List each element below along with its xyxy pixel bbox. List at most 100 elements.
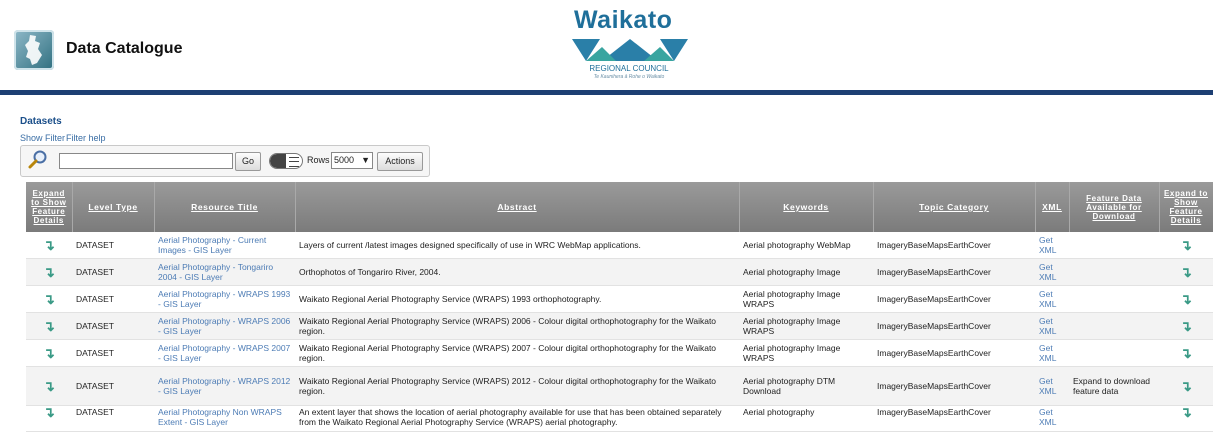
level-type-cell: DATASET	[72, 366, 154, 406]
brand-name: Waikato	[574, 6, 673, 34]
topic-category-cell: ImageryBaseMapsEarthCover	[873, 285, 1035, 313]
topic-category-cell: ImageryBaseMapsEarthCover	[873, 258, 1035, 286]
keywords-cell: Aerial photography DTM Download	[739, 366, 873, 406]
level-type-cell: DATASET	[72, 405, 154, 432]
dataset-table: Expand to Show Feature Details Level Typ…	[26, 182, 1213, 432]
expand-arrow-icon[interactable]: ↴	[1159, 366, 1213, 406]
keywords-cell: Aerial photography Image WRAPS	[739, 312, 873, 340]
search-icon[interactable]	[27, 150, 49, 170]
rows-value: 5000	[334, 155, 355, 165]
rows-label: Rows	[307, 155, 330, 165]
table-row: ↴ DATASET Aerial Photography - Current I…	[26, 232, 1213, 259]
header-divider	[0, 90, 1213, 95]
keywords-cell: Aerial photography Image WRAPS	[739, 285, 873, 313]
col-resource-title[interactable]: Resource Title	[154, 182, 296, 232]
resource-title-link[interactable]: Aerial Photography Non WRAPS Extent - GI…	[154, 405, 295, 432]
resource-title-link[interactable]: Aerial Photography - Tongariro 2004 - GI…	[154, 258, 295, 286]
col-topic-category[interactable]: Topic Category	[873, 182, 1036, 232]
expand-arrow-icon[interactable]: ↴	[26, 258, 72, 286]
rows-per-page-select[interactable]: 5000 ▼	[331, 152, 373, 169]
col-expand-right[interactable]: Expand to Show Feature Details	[1159, 182, 1213, 232]
resource-title-link[interactable]: Aerial Photography - Current Images - GI…	[154, 232, 295, 259]
table-row: ↴ DATASET Aerial Photography - WRAPS 199…	[26, 285, 1213, 313]
expand-arrow-icon[interactable]: ↴	[1159, 258, 1213, 286]
table-row: ↴ DATASET Aerial Photography - Tongariro…	[26, 258, 1213, 286]
resource-title-link[interactable]: Aerial Photography - WRAPS 2012 - GIS La…	[154, 366, 295, 406]
level-type-cell: DATASET	[72, 339, 154, 367]
app-title: Data Catalogue	[66, 40, 183, 57]
actions-button[interactable]: Actions	[377, 152, 423, 171]
topic-category-cell: ImageryBaseMapsEarthCover	[873, 405, 1035, 432]
get-xml-link[interactable]: Get XML	[1035, 285, 1069, 313]
expand-arrow-icon[interactable]: ↴	[1159, 312, 1213, 340]
chevron-down-icon: ▼	[361, 155, 370, 165]
resource-title-link[interactable]: Aerial Photography - WRAPS 2007 - GIS La…	[154, 339, 295, 367]
filter-help-link[interactable]: Filter help	[66, 133, 106, 143]
abstract-cell: Waikato Regional Aerial Photography Serv…	[295, 339, 739, 367]
view-mode-toggle[interactable]	[269, 153, 303, 169]
resource-title-link[interactable]: Aerial Photography - WRAPS 1993 - GIS La…	[154, 285, 295, 313]
level-type-cell: DATASET	[72, 312, 154, 340]
topic-category-cell: ImageryBaseMapsEarthCover	[873, 232, 1035, 259]
feature-download-cell	[1069, 285, 1159, 313]
expand-arrow-icon[interactable]: ↴	[1159, 285, 1213, 313]
resource-title-link[interactable]: Aerial Photography - WRAPS 2006 - GIS La…	[154, 312, 295, 340]
feature-download-cell	[1069, 258, 1159, 286]
get-xml-link[interactable]: Get XML	[1035, 339, 1069, 367]
get-xml-link[interactable]: Get XML	[1035, 232, 1069, 259]
feature-download-cell: Expand to download feature data	[1069, 366, 1159, 406]
show-filter-link[interactable]: Show Filter	[20, 133, 65, 143]
topic-category-cell: ImageryBaseMapsEarthCover	[873, 339, 1035, 367]
col-feature-download[interactable]: Feature Data Available for Download	[1069, 182, 1160, 232]
table-row: ↴ DATASET Aerial Photography - WRAPS 200…	[26, 312, 1213, 340]
topic-category-cell: ImageryBaseMapsEarthCover	[873, 366, 1035, 406]
keywords-cell: Aerial photography Image WRAPS	[739, 339, 873, 367]
col-keywords[interactable]: Keywords	[739, 182, 874, 232]
brand-wave-icon	[572, 39, 688, 61]
keywords-cell: Aerial photography	[739, 405, 873, 432]
expand-arrow-icon[interactable]: ↴	[26, 312, 72, 340]
get-xml-link[interactable]: Get XML	[1035, 366, 1069, 406]
table-header-row: Expand to Show Feature Details Level Typ…	[26, 182, 1213, 232]
waikato-council-logo: Waikato REGIONAL COUNCIL Te Kaunihera ā …	[570, 6, 690, 84]
abstract-cell: Waikato Regional Aerial Photography Serv…	[295, 312, 739, 340]
search-input[interactable]	[59, 153, 233, 169]
get-xml-link[interactable]: Get XML	[1035, 312, 1069, 340]
abstract-cell: Layers of current /latest images designe…	[295, 232, 739, 259]
table-row: ↴ DATASET Aerial Photography - WRAPS 201…	[26, 366, 1213, 406]
feature-download-cell	[1069, 405, 1159, 432]
brand-tagline: Te Kaunihera ā Rohe o Waikato	[593, 74, 665, 80]
region-map-logo-icon	[14, 30, 54, 70]
get-xml-link[interactable]: Get XML	[1035, 258, 1069, 286]
feature-download-cell	[1069, 232, 1159, 259]
topic-category-cell: ImageryBaseMapsEarthCover	[873, 312, 1035, 340]
abstract-cell: Waikato Regional Aerial Photography Serv…	[295, 285, 739, 313]
level-type-cell: DATASET	[72, 285, 154, 313]
expand-arrow-icon[interactable]: ↴	[1159, 339, 1213, 367]
col-xml[interactable]: XML	[1035, 182, 1070, 232]
abstract-cell: Orthophotos of Tongariro River, 2004.	[295, 258, 739, 286]
brand-subtitle: REGIONAL COUNCIL	[589, 64, 669, 73]
col-abstract[interactable]: Abstract	[295, 182, 740, 232]
abstract-cell: Waikato Regional Aerial Photography Serv…	[295, 366, 739, 406]
expand-arrow-icon[interactable]: ↴	[1159, 232, 1213, 259]
go-button[interactable]: Go	[235, 152, 261, 171]
view-icon-left	[270, 154, 286, 168]
expand-arrow-icon[interactable]: ↴	[26, 232, 72, 259]
search-toolbar: Go Rows 5000 ▼ Actions	[20, 145, 430, 177]
abstract-cell: An extent layer that shows the location …	[295, 405, 739, 432]
expand-arrow-icon[interactable]: ↴	[26, 285, 72, 313]
col-expand-left[interactable]: Expand to Show Feature Details	[26, 182, 73, 232]
expand-arrow-icon[interactable]: ↴	[26, 339, 72, 367]
get-xml-link[interactable]: Get XML	[1035, 405, 1069, 432]
col-level-type[interactable]: Level Type	[72, 182, 155, 232]
expand-arrow-icon[interactable]: ↴	[1159, 405, 1213, 432]
section-title: Datasets	[20, 116, 62, 127]
feature-download-cell	[1069, 312, 1159, 340]
keywords-cell: Aerial photography WebMap	[739, 232, 873, 259]
expand-arrow-icon[interactable]: ↴	[26, 405, 72, 432]
table-row: ↴ DATASET Aerial Photography - WRAPS 200…	[26, 339, 1213, 367]
level-type-cell: DATASET	[72, 258, 154, 286]
page-header: Data Catalogue Waikato REGIONAL COUNCIL …	[0, 0, 1213, 88]
expand-arrow-icon[interactable]: ↴	[26, 366, 72, 406]
